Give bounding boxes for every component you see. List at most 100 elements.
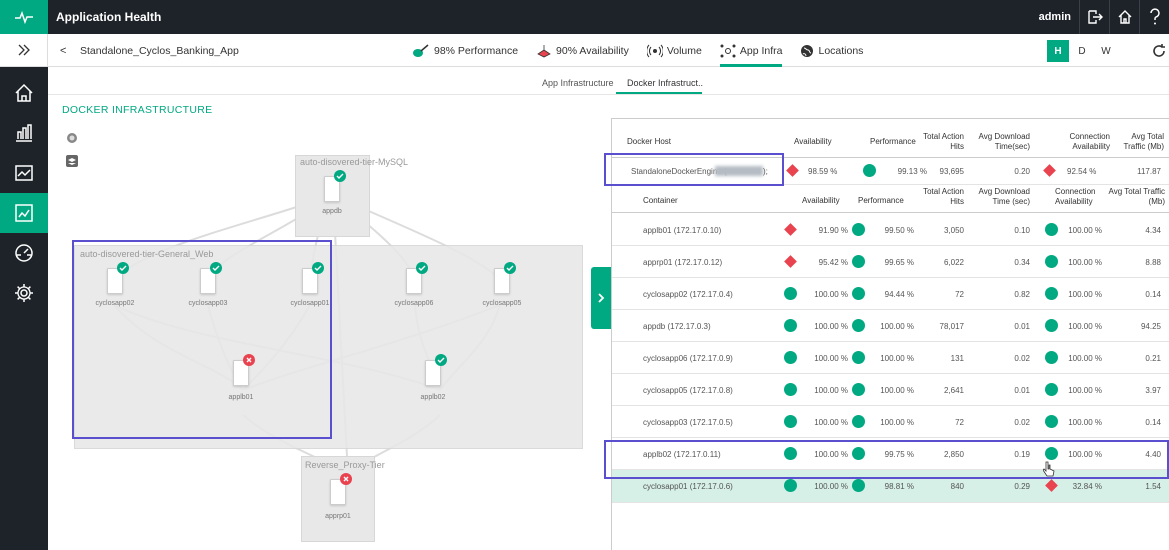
table-row[interactable]: cyclosapp05 (172.17.0.8) 100.00 % 100.00 %… [612,374,1169,406]
host-hits: 93,695 [939,167,964,176]
time-range-selector: H D W [1047,40,1119,62]
gauge-icon [15,244,33,262]
performance-icon [413,43,429,57]
table-row[interactable]: applb01 (172.17.0.10) 91.90 % 99.50 % 3,050… [612,214,1169,246]
container-header-traffic[interactable]: Avg Total Traffic (Mb) [1107,187,1165,207]
tab-app-infra[interactable]: App Infra [719,34,782,67]
container-header-connection[interactable]: Connection Availability [1055,187,1107,207]
container-availability: 95.42 % [818,258,848,267]
line-chart-icon [15,165,33,181]
sidebar-item-dashboard[interactable] [0,233,48,273]
sidebar-item-home[interactable] [0,73,48,113]
container-header-performance[interactable]: Performance [858,196,904,206]
title-bar [0,0,1169,34]
container-download: 0.01 [1014,386,1030,395]
table-row[interactable]: appdb (172.17.0.3) 100.00 % 100.00 % 78,017… [612,310,1169,342]
status-ok-icon [1045,255,1058,268]
host-header-download[interactable]: Avg Download Time(sec) [975,132,1030,152]
container-name: cyclosapp03 (172.17.0.5) [643,418,733,427]
pointer-cursor-icon [1042,461,1055,480]
status-ok-icon [863,164,876,177]
host-header-performance[interactable]: Performance [870,137,916,147]
sidebar-item-applications[interactable] [0,193,48,233]
container-availability: 91.90 % [818,226,848,235]
node-apprp01[interactable] [330,473,352,505]
refresh-icon[interactable] [1152,44,1166,61]
container-header-name[interactable]: Container [643,196,678,206]
container-traffic: 0.21 [1145,354,1161,363]
container-performance: 98.81 % [884,482,914,491]
container-name: cyclosapp06 (172.17.0.9) [643,354,733,363]
status-ok-icon [1045,351,1058,364]
time-day-button[interactable]: D [1071,40,1093,62]
node-applb02[interactable] [425,354,447,386]
tier-label-reverse-proxy: Reverse_Proxy-Tier [305,460,385,470]
tab-performance[interactable]: 98% Performance [412,34,518,67]
time-hour-button[interactable]: H [1047,40,1069,62]
host-header-docker-host[interactable]: Docker Host [627,137,671,147]
host-header-connection[interactable]: Connection Availability [1058,132,1110,152]
home-icon[interactable] [1109,0,1139,34]
app-logo[interactable] [0,0,48,34]
time-week-button[interactable]: W [1095,40,1117,62]
container-traffic: 94.25 [1140,322,1161,331]
panel-toggle-button[interactable] [591,267,611,329]
subtab-app-infrastructure[interactable]: App Infrastructure [542,78,614,88]
expand-sidebar-button[interactable] [0,34,48,67]
container-connection: 100.00 % [1068,322,1102,331]
help-icon[interactable] [1139,0,1169,34]
back-button[interactable]: < [60,45,66,57]
container-download: 0.02 [1014,418,1030,427]
container-hits: 131 [950,354,964,363]
host-header-traffic[interactable]: Avg Total Traffic (Mb) [1114,132,1164,152]
tab-availability[interactable]: 90% Availability [536,34,629,67]
container-availability: 100.00 % [814,354,848,363]
container-hits: 72 [955,418,964,427]
status-ok-icon [1045,287,1058,300]
selection-highlight-tier [72,240,332,439]
container-header-download[interactable]: Avg Download Time (sec) [975,187,1030,207]
status-ok-icon [784,319,797,332]
table-row[interactable]: cyclosapp06 (172.17.0.9) 100.00 % 100.00 %… [612,342,1169,374]
host-header-hits[interactable]: Total Action Hits [920,132,964,152]
status-error-icon [340,473,352,485]
container-name: cyclosapp05 (172.17.0.8) [643,386,733,395]
container-header-hits[interactable]: Total Action Hits [920,187,964,207]
pulse-icon [15,10,33,24]
tier-label-mysql: auto-disovered-tier-MySQL [300,157,409,167]
host-performance: 99.13 % [897,167,927,176]
container-hits: 840 [950,482,964,491]
status-ok-icon [852,319,865,332]
container-availability: 100.00 % [814,418,848,427]
node-appdb[interactable] [324,170,346,202]
node-label-cyclosapp06: cyclosapp06 [394,300,434,307]
sidebar-item-settings[interactable] [0,273,48,313]
container-traffic: 4.34 [1145,226,1161,235]
host-traffic: 117.87 [1137,167,1161,176]
container-performance: 94.44 % [884,290,914,299]
table-row[interactable]: cyclosapp02 (172.17.0.4) 100.00 % 94.44 % 7… [612,278,1169,310]
container-download: 0.01 [1014,322,1030,331]
status-ok-icon [504,262,516,274]
user-name[interactable]: admin [1039,11,1071,23]
container-header-availability[interactable]: Availability [802,196,840,206]
node-cyclosapp05[interactable] [494,262,516,294]
subtab-docker-infrastructure[interactable]: Docker Infrastruct.. [627,78,703,88]
page-title: Application Health [56,10,162,24]
host-availability: 98.59 % [808,167,838,176]
container-connection: 100.00 % [1068,354,1102,363]
table-row[interactable]: apprp01 (172.17.0.12) 95.42 % 99.65 % 6,022… [612,246,1169,278]
sidebar-item-reports[interactable] [0,113,48,153]
home-icon [15,83,33,102]
tab-locations[interactable]: Locations [800,34,863,67]
host-header-availability[interactable]: Availability [794,137,832,147]
tab-volume[interactable]: Volume [646,34,702,67]
status-ok-icon [852,223,865,236]
table-row[interactable]: cyclosapp03 (172.17.0.5) 100.00 % 100.00 %… [612,406,1169,438]
container-download: 0.02 [1014,354,1030,363]
logout-icon[interactable] [1079,0,1109,34]
container-hits: 2,641 [943,386,964,395]
sidebar-item-monitor[interactable] [0,153,48,193]
node-cyclosapp06[interactable] [406,262,428,294]
bar-chart-icon [16,124,32,142]
